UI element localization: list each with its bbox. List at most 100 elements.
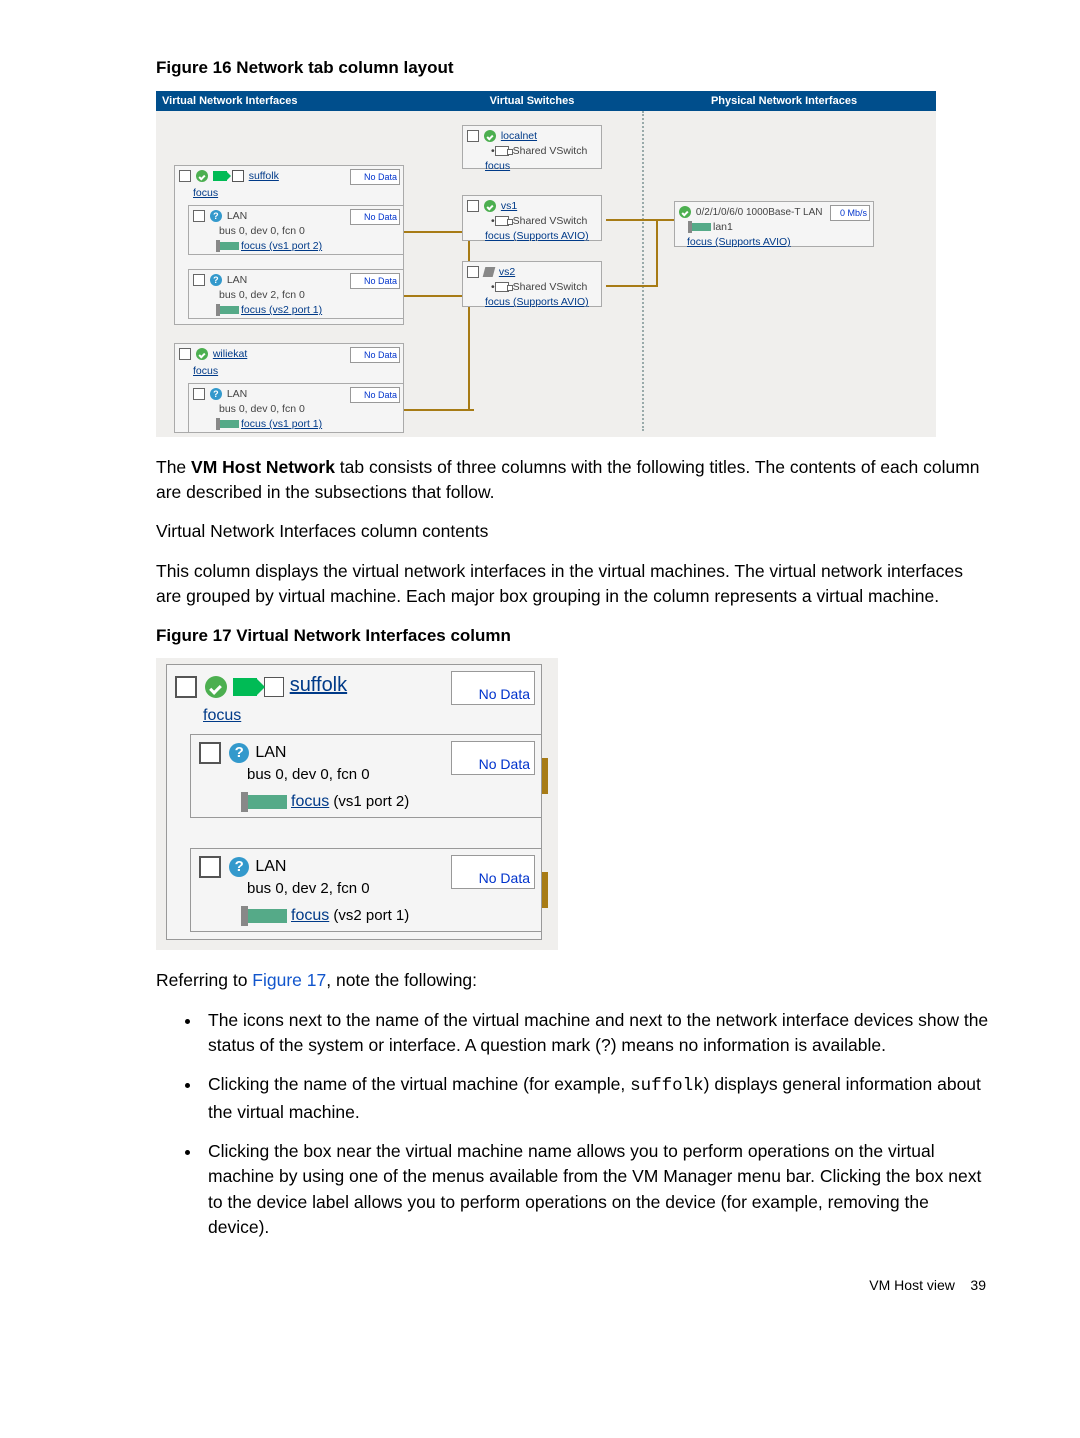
vswitch-card-localnet[interactable]: localnet • Shared VSwitch focus: [462, 125, 602, 169]
vswitch-card-vs2[interactable]: vs2 • Shared VSwitch focus (Supports AVI…: [462, 261, 602, 307]
vm-name-link[interactable]: suffolk: [290, 674, 347, 696]
status-ok-icon: [484, 130, 496, 142]
checkbox-icon[interactable]: [193, 210, 205, 222]
nic-port: focus (vs1 port 2): [291, 793, 409, 810]
list-item: Clicking the name of the virtual machine…: [202, 1072, 992, 1125]
nic-bus: bus 0, dev 0, fcn 0: [219, 224, 399, 239]
nic-icon: [219, 242, 239, 250]
vm-name-link[interactable]: wiliekat: [213, 348, 247, 360]
checkbox-icon[interactable]: [467, 200, 479, 212]
nic-port: focus (vs1 port 2): [241, 240, 322, 252]
pni-name: 0/2/1/0/6/0 1000Base-T LAN: [696, 207, 823, 218]
unknown-status-icon: ?: [229, 857, 249, 877]
list-item: Clicking the box near the virtual machin…: [202, 1139, 992, 1241]
connector-line: [404, 409, 474, 412]
connector-line: [656, 219, 659, 287]
unknown-status-icon: ?: [210, 210, 222, 222]
host-link[interactable]: focus (Supports AVIO): [687, 236, 791, 248]
text-bold: VM Host Network: [191, 457, 335, 477]
nic-label: LAN: [227, 210, 247, 222]
nic-label: LAN: [227, 274, 247, 286]
status-ok-icon: [196, 348, 208, 360]
nic-icon: [247, 909, 287, 923]
host-link[interactable]: focus: [203, 707, 241, 724]
nic-label: LAN: [255, 744, 286, 761]
column-separator: [642, 111, 644, 431]
nic-card[interactable]: ? LAN No Data bus 0, dev 2, fcn 0 focus …: [188, 269, 404, 319]
text: The: [156, 457, 191, 477]
nic-bus: bus 0, dev 2, fcn 0: [219, 288, 399, 303]
host-link[interactable]: focus (Supports AVIO): [485, 296, 589, 308]
vswitch-card-vs1[interactable]: vs1 • Shared VSwitch focus (Supports AVI…: [462, 195, 602, 241]
host-link[interactable]: focus: [485, 160, 510, 172]
nic-card[interactable]: ? LAN No Data bus 0, dev 2, fcn 0 focus …: [190, 848, 542, 932]
connector-line: [404, 295, 470, 298]
checkbox-icon[interactable]: [467, 266, 479, 278]
vswitch-link[interactable]: localnet: [501, 130, 537, 142]
nic-card[interactable]: ? LAN No Data bus 0, dev 0, fcn 0 focus …: [188, 205, 404, 255]
col-header-pni: Physical Network Interfaces: [632, 91, 936, 111]
figure-16-caption: Figure 16 Network tab column layout: [156, 56, 992, 81]
connector-line: [468, 219, 471, 410]
checkbox-icon[interactable]: [467, 130, 479, 142]
figure-17-caption: Figure 17 Virtual Network Interfaces col…: [156, 624, 992, 649]
checkbox-icon[interactable]: [179, 348, 191, 360]
sparkline-badge: No Data: [350, 169, 400, 185]
nic-label: LAN: [227, 388, 247, 400]
unknown-status-icon: ?: [210, 274, 222, 286]
unknown-status-icon: ?: [210, 388, 222, 400]
host-icon: [264, 677, 284, 697]
switch-icon: [495, 282, 509, 292]
checkbox-icon[interactable]: [175, 676, 197, 698]
switch-icon: [495, 216, 509, 226]
vm-name-link[interactable]: suffolk: [249, 170, 279, 182]
host-link[interactable]: focus: [193, 365, 218, 377]
sparkline-badge: No Data: [350, 347, 400, 363]
col-header-vswitch: Virtual Switches: [432, 91, 632, 111]
pni-card[interactable]: 0/2/1/0/6/0 1000Base-T LAN 0 Mb/s lan1 f…: [674, 201, 874, 247]
vswitch-link[interactable]: vs2: [499, 266, 515, 278]
connector-line: [404, 231, 470, 234]
connector-line: [606, 219, 656, 222]
figure-17-diagram: suffolk No Data focus ? LAN No Data bus …: [156, 658, 558, 950]
nic-icon: [219, 306, 239, 314]
sparkline-badge: No Data: [350, 273, 400, 289]
sparkline-badge: No Data: [350, 387, 400, 403]
col-header-vni: Virtual Network Interfaces: [156, 91, 432, 111]
running-icon: [233, 678, 257, 696]
sparkline-badge: No Data: [451, 671, 535, 705]
connector-stub: [542, 872, 548, 908]
nic-card[interactable]: ? LAN No Data bus 0, dev 0, fcn 0 focus …: [190, 734, 542, 818]
text: Referring to Figure 17, note the followi…: [156, 968, 992, 993]
footer-section: VM Host view: [869, 1277, 955, 1293]
nic-label: LAN: [255, 858, 286, 875]
figure-ref-link[interactable]: Figure 17: [252, 970, 326, 990]
connector-line: [606, 285, 656, 288]
nic-icon: [691, 223, 711, 231]
nic-icon: [247, 795, 287, 809]
rate-badge: 0 Mb/s: [830, 205, 870, 221]
vswitch-link[interactable]: vs1: [501, 200, 517, 212]
checkbox-icon[interactable]: [199, 856, 221, 878]
text: This column displays the virtual network…: [156, 559, 992, 610]
nic-card[interactable]: ? LAN No Data bus 0, dev 0, fcn 0 focus …: [188, 383, 404, 433]
checkbox-icon[interactable]: [199, 742, 221, 764]
running-icon: [213, 171, 227, 181]
checkbox-icon[interactable]: [193, 388, 205, 400]
vswitch-type: Shared VSwitch: [513, 145, 588, 157]
sparkline-badge: No Data: [451, 741, 535, 775]
host-link[interactable]: focus: [193, 187, 218, 199]
checkbox-icon[interactable]: [179, 170, 191, 182]
nic-port: focus (vs2 port 1): [241, 304, 322, 316]
status-ok-icon: [484, 200, 496, 212]
status-halt-icon: [483, 267, 496, 277]
lan-label: lan1: [713, 221, 733, 233]
switch-icon: [495, 146, 509, 156]
section-subtitle: Virtual Network Interfaces column conten…: [156, 519, 992, 544]
list-item: The icons next to the name of the virtua…: [202, 1008, 992, 1059]
page-footer: VM Host view 39: [156, 1275, 992, 1295]
checkbox-icon[interactable]: [193, 274, 205, 286]
body-text: The VM Host Network tab consists of thre…: [156, 455, 992, 610]
status-ok-icon: [205, 676, 227, 698]
host-link[interactable]: focus (Supports AVIO): [485, 230, 589, 242]
